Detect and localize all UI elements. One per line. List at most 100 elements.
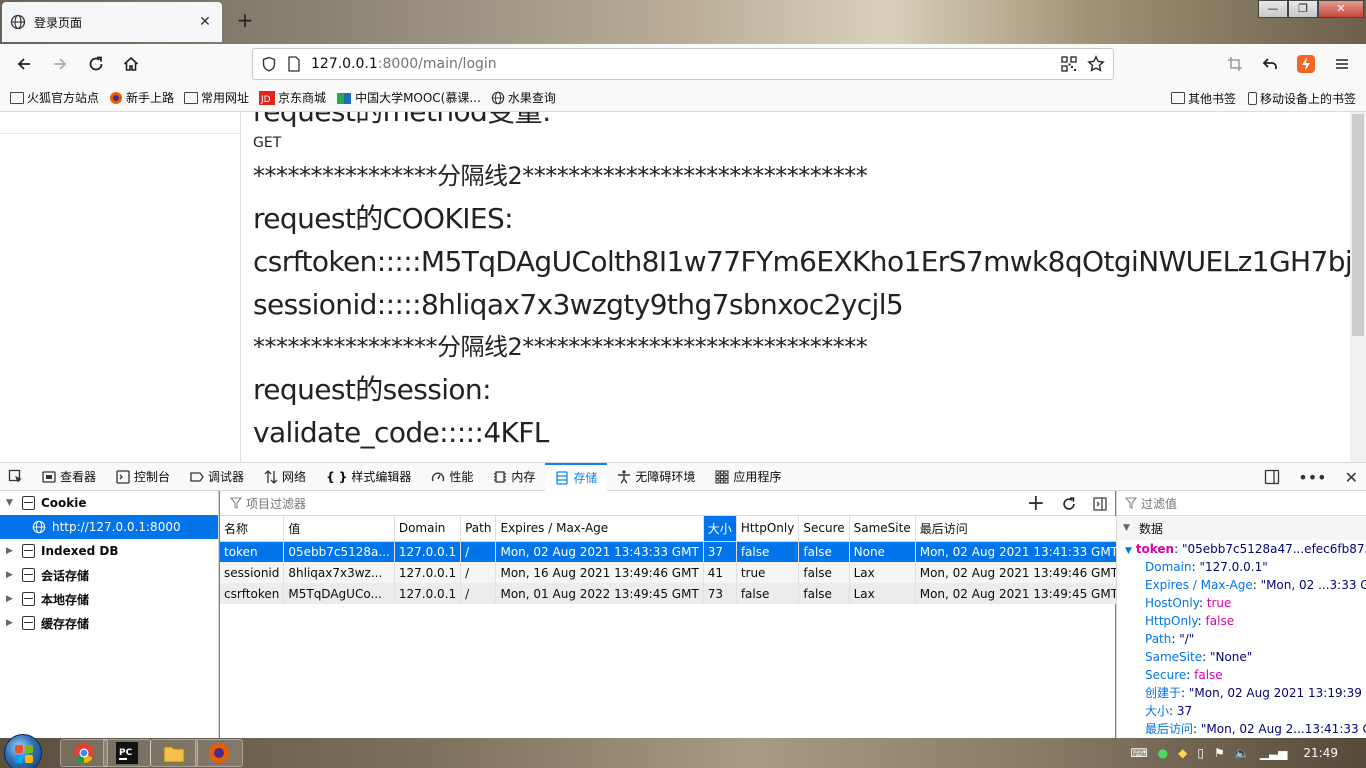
shield-tray-icon[interactable]: ◆: [1178, 746, 1187, 760]
clock[interactable]: 21:49: [1303, 746, 1338, 760]
device-icon[interactable]: ▯: [1197, 746, 1204, 760]
url-bar[interactable]: 127.0.0.1:8000/main/login: [252, 48, 1114, 80]
menu-icon[interactable]: [1328, 50, 1356, 78]
column-header[interactable]: Secure: [798, 516, 850, 542]
new-tab-icon[interactable]: +: [234, 10, 256, 32]
reload-icon[interactable]: [82, 50, 110, 78]
tab-login[interactable]: 登录页面 ✕: [2, 2, 222, 42]
expanded-triangle-icon[interactable]: ▼: [1125, 546, 1132, 556]
tab-application[interactable]: 应用程序: [705, 463, 791, 491]
cell[interactable]: 8hliqax7x3wz...: [283, 562, 395, 583]
star-bookmark-icon[interactable]: [1087, 55, 1105, 73]
bookmark-item[interactable]: 水果查询: [491, 89, 556, 106]
maximize-button[interactable]: ❐: [1288, 0, 1318, 18]
cell[interactable]: true: [736, 562, 800, 583]
tab-style-editor[interactable]: { } 样式编辑器: [316, 463, 421, 491]
detail-row[interactable]: Domain: "127.0.0.1": [1117, 558, 1366, 576]
column-header[interactable]: 名称: [220, 516, 285, 542]
expanded-triangle-icon[interactable]: ▼: [1123, 523, 1133, 533]
tree-cache-storage[interactable]: ▶ 缓存存储: [0, 611, 218, 635]
detail-root-row[interactable]: ▼ token: "05ebb7c5128a47...efec6fb87363b…: [1117, 540, 1366, 558]
column-header[interactable]: 值: [283, 516, 395, 542]
detail-row[interactable]: Expires / Max-Age: "Mon, 02 ...3:33 GMT": [1117, 576, 1366, 594]
start-button[interactable]: [4, 734, 42, 768]
collapsed-triangle-icon[interactable]: ▶: [6, 618, 16, 628]
tab-console[interactable]: 控制台: [106, 463, 180, 491]
cell[interactable]: false: [798, 583, 850, 604]
cell[interactable]: /: [460, 583, 497, 604]
column-header[interactable]: HttpOnly: [736, 516, 800, 542]
chrome-taskbar-button[interactable]: [60, 739, 108, 767]
data-section-header[interactable]: ▼ 数据: [1117, 516, 1366, 540]
tab-accessibility[interactable]: 无障碍环境: [607, 463, 705, 491]
page-icon[interactable]: [287, 56, 301, 72]
cell[interactable]: Lax: [849, 583, 916, 604]
detail-row[interactable]: 创建于: "Mon, 02 Aug 2021 13:19:39 GMT": [1117, 684, 1366, 702]
element-picker-icon[interactable]: [0, 463, 32, 491]
forward-arrow-icon[interactable]: [46, 50, 74, 78]
column-header[interactable]: Domain: [394, 516, 462, 542]
values-filter[interactable]: 过滤值: [1117, 491, 1366, 516]
cell[interactable]: Mon, 02 Aug 2021 13:49:46 GMT: [915, 562, 1124, 583]
cell[interactable]: Mon, 02 Aug 2021 13:43:33 GMT: [495, 541, 704, 562]
close-devtools-icon[interactable]: ✕: [1345, 468, 1358, 487]
explorer-taskbar-button[interactable]: [150, 739, 198, 767]
pycharm-taskbar-button[interactable]: PC: [103, 739, 151, 767]
tab-network[interactable]: 网络: [254, 463, 316, 491]
cell[interactable]: /: [460, 541, 497, 562]
column-header[interactable]: 大小: [703, 516, 737, 542]
cell[interactable]: 05ebb7c5128a...: [283, 541, 395, 562]
toggle-sidebar-icon[interactable]: [1093, 496, 1107, 511]
tab-inspector[interactable]: 查看器: [32, 463, 106, 491]
cell[interactable]: /: [460, 562, 497, 583]
cell[interactable]: false: [798, 541, 850, 562]
scrollbar-thumb[interactable]: [1352, 114, 1364, 336]
cell[interactable]: None: [849, 541, 916, 562]
cell[interactable]: 127.0.0.1: [394, 583, 462, 604]
flag-tray-icon[interactable]: ⚑: [1214, 746, 1225, 760]
tree-session-storage[interactable]: ▶ 会话存储: [0, 563, 218, 587]
minimize-button[interactable]: —: [1258, 0, 1288, 18]
tab-storage[interactable]: 存储: [545, 462, 608, 491]
cell[interactable]: Mon, 02 Aug 2021 13:41:33 GMT: [915, 541, 1124, 562]
cell[interactable]: token: [220, 541, 285, 562]
cell[interactable]: Mon, 16 Aug 2021 13:49:46 GMT: [495, 562, 704, 583]
cell[interactable]: Mon, 02 Aug 2021 13:49:45 GMT: [915, 583, 1124, 604]
more-options-icon[interactable]: •••: [1298, 468, 1326, 487]
column-header[interactable]: 最后访问: [915, 516, 1124, 542]
detail-row[interactable]: HostOnly: true: [1117, 594, 1366, 612]
expanded-triangle-icon[interactable]: ▼: [6, 498, 16, 508]
detail-row[interactable]: HttpOnly: false: [1117, 612, 1366, 630]
cell[interactable]: false: [798, 562, 850, 583]
bookmark-item[interactable]: 常用网址: [184, 89, 249, 106]
collapsed-triangle-icon[interactable]: ▶: [6, 594, 16, 604]
tree-local-storage[interactable]: ▶ 本地存储: [0, 587, 218, 611]
undo-icon[interactable]: [1256, 50, 1284, 78]
cell[interactable]: Mon, 01 Aug 2022 13:49:45 GMT: [495, 583, 704, 604]
shield-icon[interactable]: [261, 56, 277, 72]
bookmark-item[interactable]: 新手上路: [109, 89, 174, 106]
qr-code-icon[interactable]: [1061, 56, 1077, 72]
column-header[interactable]: Path: [460, 516, 497, 542]
detail-row[interactable]: SameSite: "None": [1117, 648, 1366, 666]
items-filter[interactable]: 项目过滤器: [220, 491, 1115, 516]
volume-icon[interactable]: 🔈: [1235, 746, 1250, 760]
firefox-taskbar-button[interactable]: [195, 739, 243, 767]
table-row[interactable]: token 05ebb7c5128a... 127.0.0.1/Mon, 02 Au…: [220, 541, 1124, 562]
tab-performance[interactable]: 性能: [421, 463, 483, 491]
keyboard-icon[interactable]: ⌨: [1130, 746, 1147, 760]
cell[interactable]: 73: [703, 583, 737, 604]
refresh-icon[interactable]: [1061, 496, 1077, 512]
detail-row[interactable]: Path: "/": [1117, 630, 1366, 648]
column-header[interactable]: Expires / Max-Age: [495, 516, 704, 542]
screenshot-icon[interactable]: [1221, 50, 1249, 78]
table-row[interactable]: sessionid 8hliqax7x3wz... 127.0.0.1/Mon, 1…: [220, 562, 1124, 583]
home-icon[interactable]: [117, 50, 145, 78]
cell[interactable]: false: [736, 541, 800, 562]
bookmark-item[interactable]: 火狐官方站点: [10, 89, 99, 106]
other-bookmarks[interactable]: 其他书签: [1170, 90, 1236, 107]
tab-debugger[interactable]: 调试器: [180, 463, 254, 491]
dock-side-icon[interactable]: [1264, 469, 1280, 485]
window-close-button[interactable]: ✕: [1318, 0, 1364, 18]
wechat-icon[interactable]: ●: [1158, 746, 1168, 760]
